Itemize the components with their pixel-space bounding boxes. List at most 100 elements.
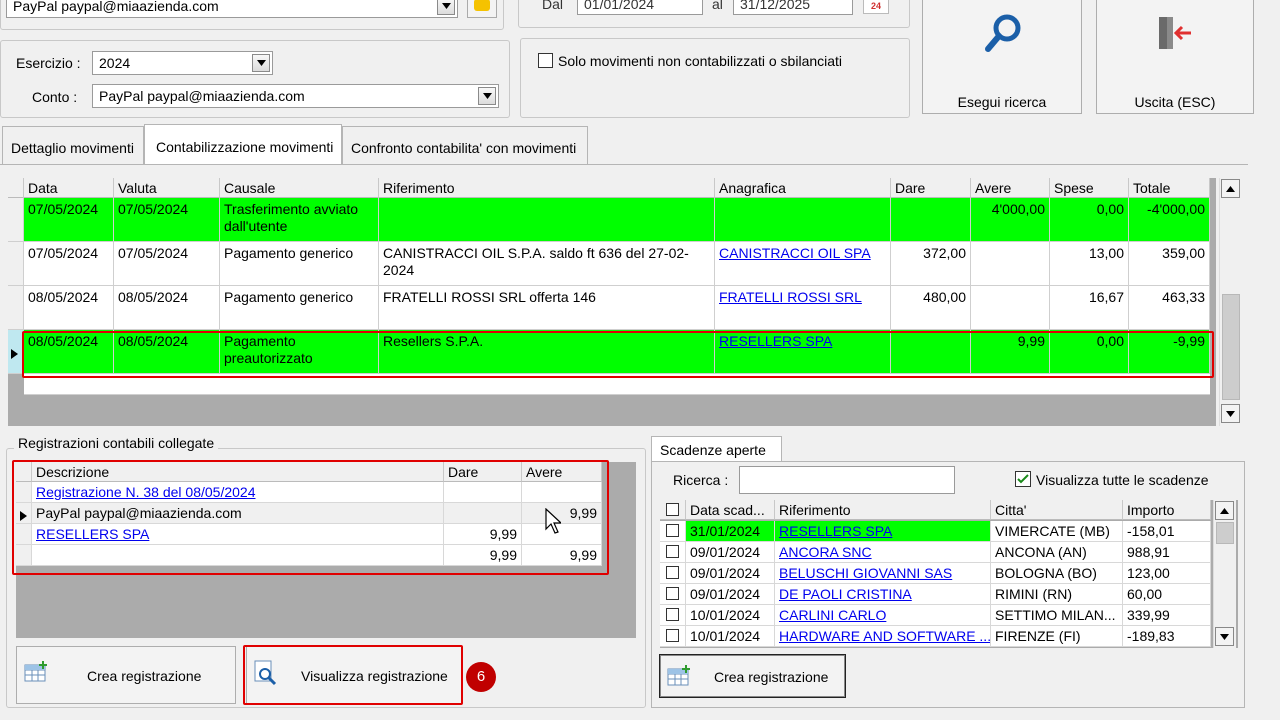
cell-riferimento-text[interactable]: ANCORA SNC bbox=[779, 544, 872, 560]
cell-anagrafica[interactable]: CANISTRACCI OIL SPA bbox=[715, 242, 891, 286]
cell-riferimento[interactable]: DE PAOLI CRISTINA bbox=[775, 584, 991, 605]
col-importo[interactable]: Importo bbox=[1123, 500, 1211, 520]
cell-riferimento bbox=[379, 198, 715, 242]
col-causale[interactable]: Causale bbox=[220, 178, 379, 198]
chevron-down-icon[interactable] bbox=[478, 87, 496, 105]
cell-data: 08/05/2024 bbox=[24, 286, 114, 330]
cell-riferimento-text[interactable]: BELUSCHI GIOVANNI SAS bbox=[779, 565, 952, 581]
row-checkbox[interactable] bbox=[666, 608, 679, 621]
row-checkbox-cell[interactable] bbox=[660, 563, 686, 584]
search-button[interactable]: Esegui ricerca bbox=[922, 0, 1082, 114]
cell-anagrafica[interactable] bbox=[715, 198, 891, 242]
select-all-header[interactable] bbox=[660, 500, 686, 520]
scadenze-grid[interactable]: Data scad... Riferimento Citta' Importo … bbox=[660, 500, 1238, 648]
col-citta[interactable]: Citta' bbox=[991, 500, 1123, 520]
cell-riferimento[interactable]: RESELLERS SPA bbox=[775, 521, 991, 542]
cell-avere bbox=[971, 286, 1050, 330]
col-valuta[interactable]: Valuta bbox=[114, 178, 220, 198]
col-anagrafica[interactable]: Anagrafica bbox=[715, 178, 891, 198]
cell-causale-text: Pagamento generico bbox=[224, 245, 354, 261]
show-all-checkbox[interactable] bbox=[1015, 471, 1031, 487]
row-checkbox[interactable] bbox=[666, 587, 679, 600]
cell-avere-text: 4'000,00 bbox=[991, 201, 1045, 217]
cell-data-text: 09/01/2024 bbox=[690, 544, 761, 560]
exit-button[interactable]: Uscita (ESC) bbox=[1096, 0, 1254, 114]
row-indicator[interactable] bbox=[8, 286, 24, 330]
col-data[interactable]: Data bbox=[24, 178, 114, 198]
exit-door-icon bbox=[1159, 17, 1191, 49]
movements-scrollbar[interactable] bbox=[1219, 178, 1242, 426]
row-checkbox-cell[interactable] bbox=[660, 605, 686, 626]
tab-scadenze-aperte[interactable]: Scadenze aperte bbox=[651, 436, 782, 462]
col-spese[interactable]: Spese bbox=[1050, 178, 1129, 198]
tab-confronto-contabilita[interactable]: Confronto contabilita' con movimenti bbox=[342, 126, 588, 164]
col-totale[interactable]: Totale bbox=[1129, 178, 1210, 198]
cell-importo-text: -158,01 bbox=[1127, 523, 1175, 539]
col-dare[interactable]: Dare bbox=[891, 178, 971, 198]
cell-riferimento-text: FRATELLI ROSSI SRL offerta 146 bbox=[383, 289, 596, 305]
row-checkbox[interactable] bbox=[666, 566, 679, 579]
cell-riferimento-text[interactable]: CARLINI CARLO bbox=[779, 607, 886, 623]
scadenze-scrollbar[interactable] bbox=[1213, 500, 1236, 648]
dal-date-field[interactable]: 01/01/2024 bbox=[577, 0, 703, 15]
col-data-scadenza[interactable]: Data scad... bbox=[686, 500, 775, 520]
conto-combo[interactable]: PayPal paypal@miaazienda.com bbox=[92, 84, 499, 108]
esercizio-combo[interactable]: 2024 bbox=[92, 51, 273, 75]
calendar-icon[interactable]: 24 bbox=[863, 0, 889, 14]
scroll-up-icon[interactable] bbox=[1215, 501, 1234, 520]
row-checkbox-cell[interactable] bbox=[660, 584, 686, 605]
row-checkbox-cell[interactable] bbox=[660, 521, 686, 542]
scroll-thumb[interactable] bbox=[1216, 522, 1234, 544]
scroll-up-icon[interactable] bbox=[1221, 179, 1240, 198]
crea-registrazione-button[interactable]: Crea registrazione bbox=[16, 646, 236, 704]
cell-causale: Pagamento generico bbox=[220, 242, 379, 286]
esercizio-value: 2024 bbox=[99, 55, 131, 71]
grid-add-icon bbox=[667, 665, 690, 686]
scadenze-crea-registrazione-button[interactable]: Crea registrazione bbox=[659, 654, 846, 698]
tab-contabilizzazione-movimenti[interactable]: Contabilizzazione movimenti bbox=[144, 124, 342, 166]
account-lookup-icon[interactable] bbox=[467, 0, 497, 18]
col-riferimento[interactable]: Riferimento bbox=[775, 500, 991, 520]
cell-riferimento-text[interactable]: RESELLERS SPA bbox=[779, 523, 892, 539]
cell-importo-text: 123,00 bbox=[1127, 565, 1170, 581]
cell-riferimento[interactable]: ANCORA SNC bbox=[775, 542, 991, 563]
cell-riferimento[interactable]: BELUSCHI GIOVANNI SAS bbox=[775, 563, 991, 584]
cell-anagrafica[interactable]: FRATELLI ROSSI SRL bbox=[715, 286, 891, 330]
ricerca-input[interactable] bbox=[739, 466, 955, 494]
scroll-down-icon[interactable] bbox=[1221, 404, 1240, 423]
cell-importo-text: 60,00 bbox=[1127, 586, 1163, 602]
select-all-checkbox[interactable] bbox=[666, 503, 679, 516]
cell-importo-text: 988,91 bbox=[1127, 544, 1170, 560]
row-indicator[interactable] bbox=[8, 242, 24, 286]
movement-row[interactable]: 07/05/2024 07/05/2024 Pagamento generico CA… bbox=[8, 242, 1210, 286]
cell-riferimento-text[interactable]: DE PAOLI CRISTINA bbox=[779, 586, 912, 602]
solo-movimenti-checkbox[interactable] bbox=[538, 53, 553, 68]
tab-dettaglio-movimenti[interactable]: Dettaglio movimenti bbox=[2, 126, 144, 164]
movement-row[interactable]: 08/05/2024 08/05/2024 Pagamento generico FR… bbox=[8, 286, 1210, 330]
cell-anagrafica-text[interactable]: FRATELLI ROSSI SRL bbox=[719, 289, 862, 305]
cell-riferimento[interactable]: HARDWARE AND SOFTWARE ... bbox=[775, 626, 991, 647]
cell-riferimento-text[interactable]: HARDWARE AND SOFTWARE ... bbox=[779, 628, 990, 644]
row-checkbox-cell[interactable] bbox=[660, 626, 686, 647]
cell-totale: 463,33 bbox=[1129, 286, 1210, 330]
row-checkbox[interactable] bbox=[666, 545, 679, 558]
scroll-thumb[interactable] bbox=[1222, 294, 1240, 400]
al-date-field[interactable]: 31/12/2025 bbox=[733, 0, 853, 15]
col-avere[interactable]: Avere bbox=[971, 178, 1050, 198]
row-checkbox-cell[interactable] bbox=[660, 542, 686, 563]
al-date-value: 31/12/2025 bbox=[740, 0, 811, 12]
cell-importo: -189,83 bbox=[1123, 626, 1211, 647]
col-riferimento[interactable]: Riferimento bbox=[379, 178, 715, 198]
row-indicator[interactable] bbox=[8, 198, 24, 242]
cell-avere bbox=[971, 242, 1050, 286]
account-combo-top[interactable]: PayPal paypal@miaazienda.com bbox=[6, 0, 458, 18]
cell-anagrafica-text[interactable]: CANISTRACCI OIL SPA bbox=[719, 245, 871, 261]
chevron-down-icon[interactable] bbox=[437, 0, 455, 15]
cell-riferimento[interactable]: CARLINI CARLO bbox=[775, 605, 991, 626]
chevron-down-icon[interactable] bbox=[252, 54, 270, 72]
row-checkbox[interactable] bbox=[666, 629, 679, 642]
tab-label: Scadenze aperte bbox=[660, 442, 766, 458]
scroll-down-icon[interactable] bbox=[1215, 627, 1234, 646]
row-checkbox[interactable] bbox=[666, 524, 679, 537]
movement-row[interactable]: 07/05/2024 07/05/2024 Trasferimento avviat… bbox=[8, 198, 1210, 242]
